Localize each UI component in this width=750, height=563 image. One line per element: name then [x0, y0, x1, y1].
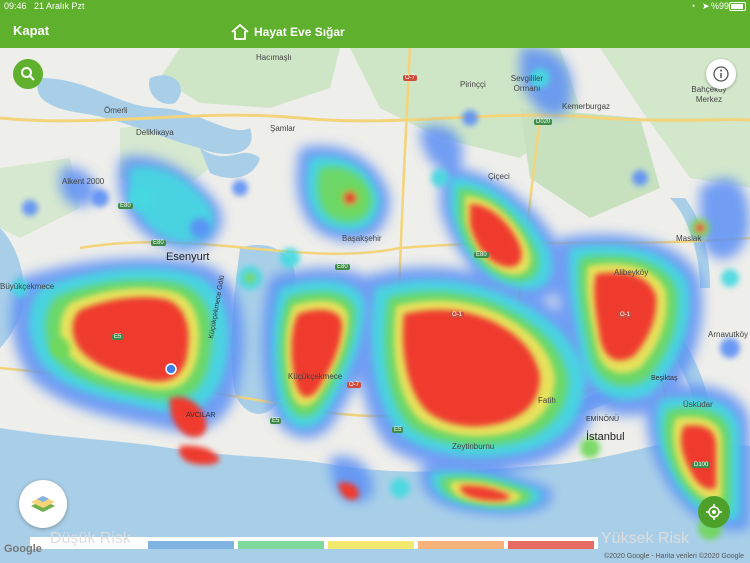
risk-legend: Düşük Risk Yüksek Risk [30, 530, 689, 549]
status-bar: 09:46 21 Aralık Pzt ◔ ➤ %99 [0, 0, 750, 14]
legend-swatch [148, 541, 234, 549]
place-label: Bahçeköy Merkez [691, 85, 727, 104]
place-label: Sevgililer Ormanı [510, 74, 544, 93]
map-canvas[interactable] [0, 48, 750, 563]
search-button[interactable] [13, 59, 43, 89]
place-label: Arnavutköy [708, 330, 749, 339]
house-logo-icon [231, 23, 249, 40]
battery-icon [729, 2, 746, 11]
location-arrow-icon: ➤ [702, 1, 710, 11]
status-time: 09:46 [4, 1, 27, 11]
google-logo: Google [4, 543, 42, 555]
place-label: AVCILAR [186, 412, 216, 419]
locate-icon [706, 504, 722, 520]
road-shield: D100 [692, 462, 711, 468]
status-date: 21 Aralık Pzt [34, 1, 85, 11]
place-label: Fatih [538, 396, 556, 405]
place-label: EMİNÖNÜ [586, 416, 620, 423]
current-location-marker [165, 363, 177, 375]
road-shield: E5 [112, 334, 124, 340]
road-shield: E5 [270, 418, 282, 424]
app-title: Hayat Eve Sığar [254, 25, 345, 39]
road-shield: O-7 [403, 75, 418, 81]
legend-low-label: Düşük Risk [50, 530, 131, 547]
search-icon [21, 67, 35, 81]
map-layers-icon [31, 496, 55, 512]
status-battery: %99 [711, 1, 730, 11]
wifi-icon: ◔ [690, 1, 696, 11]
road-shield: O-1 [618, 312, 633, 318]
app-brand: Hayat Eve Sığar [230, 22, 345, 42]
place-label: Kemerburgaz [562, 102, 611, 111]
legend-swatch [508, 541, 594, 549]
place-label: Pirinççi [460, 80, 486, 89]
place-label: Zeytinburnu [452, 442, 495, 451]
place-label: Ömerli [104, 106, 128, 115]
locate-me-button[interactable] [698, 496, 730, 528]
place-label: Çiçeci [488, 172, 510, 181]
road-shield: E80 [151, 240, 166, 246]
map-attribution[interactable]: ©2020 Google - Harita verileri ©2020 Goo… [604, 553, 744, 560]
place-label: Şamlar [270, 124, 296, 133]
road-shield: E80 [118, 203, 133, 209]
legend-swatch [418, 541, 504, 549]
heat-map[interactable]: Hacımaşlı Pirinççi Sevgililer Ormanı Öme… [0, 48, 750, 563]
place-label: Esenyurt [166, 251, 210, 263]
legend-swatch [238, 541, 324, 549]
map-layers-button[interactable] [19, 480, 67, 528]
place-label: Alkent 2000 [62, 177, 105, 186]
close-button[interactable]: Kapat [13, 23, 49, 38]
legend-swatch [328, 541, 414, 549]
place-label: Hacımaşlı [256, 53, 292, 62]
place-label: Beşiktaş [651, 375, 678, 382]
road-shield: D020 [534, 119, 553, 125]
place-label: Başakşehir [342, 234, 382, 243]
place-label: Alibeyköy [614, 268, 649, 277]
top-bar: Kapat Hayat Eve Sığar [0, 14, 750, 48]
place-label: Üsküdar [683, 400, 713, 409]
road-shield: O-7 [347, 382, 362, 388]
road-shield: E80 [474, 252, 489, 258]
road-shield: E80 [335, 264, 350, 270]
place-label: Büyükçekmece [0, 282, 55, 291]
place-label: Delikliкaya [136, 128, 174, 137]
road-shield: E5 [392, 427, 404, 433]
road-shield: O-1 [450, 312, 465, 318]
legend-high-label: Yüksek Risk [601, 530, 690, 547]
place-label: Küçükçekmece [288, 372, 343, 381]
info-icon [713, 66, 729, 82]
place-label: Maslak [676, 234, 702, 243]
place-label: İstanbul [586, 431, 625, 443]
info-button[interactable] [706, 59, 736, 89]
